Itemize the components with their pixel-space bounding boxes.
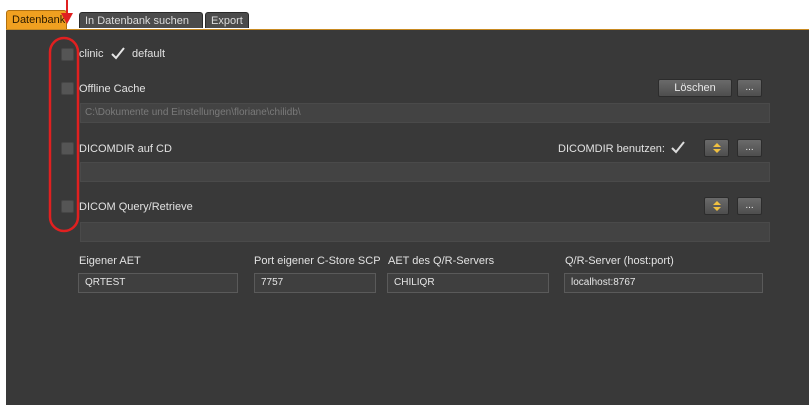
- browse-query-button[interactable]: ...: [737, 197, 762, 215]
- delete-cache-button[interactable]: Löschen: [658, 79, 732, 97]
- dicomdir-label: DICOMDIR auf CD: [79, 143, 172, 155]
- cache-path-field[interactable]: C:\Dokumente und Einstellungen\floriane\…: [80, 103, 770, 123]
- qr-aet-label: AET des Q/R-Servers: [388, 255, 495, 267]
- spinner-icon: [713, 201, 721, 211]
- check-icon[interactable]: [670, 140, 686, 154]
- own-aet-label: Eigener AET: [79, 255, 141, 267]
- store-port-label: Port eigener C-Store SCP: [254, 255, 381, 267]
- dicomdir-checkbox[interactable]: [61, 142, 74, 155]
- store-port-input[interactable]: 7757: [254, 273, 376, 293]
- offline-cache-label: Offline Cache: [79, 83, 146, 95]
- qr-aet-input[interactable]: CHILIQR: [387, 273, 549, 293]
- tab-export[interactable]: Export: [205, 12, 249, 28]
- check-icon: [111, 47, 125, 60]
- qr-server-label: Q/R-Server (host:port): [565, 255, 674, 267]
- tab-bar: Datenbank In Datenbank suchen Export: [6, 10, 809, 29]
- clinic-checkbox[interactable]: [61, 48, 74, 61]
- tab-label: Export: [211, 15, 243, 27]
- browse-cache-button[interactable]: ...: [737, 79, 762, 97]
- dicomdir-path-field[interactable]: [80, 162, 770, 182]
- query-retrieve-checkbox[interactable]: [61, 200, 74, 213]
- dicomdir-spinner-button[interactable]: [704, 139, 729, 157]
- tab-datenbank[interactable]: Datenbank: [6, 10, 67, 29]
- dicomdir-use-label: DICOMDIR benutzen:: [558, 143, 665, 155]
- query-retrieve-label: DICOM Query/Retrieve: [79, 201, 193, 213]
- spinner-icon: [713, 143, 721, 153]
- query-spinner-button[interactable]: [704, 197, 729, 215]
- query-path-field[interactable]: [80, 222, 770, 242]
- settings-panel: clinic default Offline Cache Löschen ...…: [6, 29, 809, 405]
- browse-dicomdir-button[interactable]: ...: [737, 139, 762, 157]
- offline-cache-checkbox[interactable]: [61, 82, 74, 95]
- tab-in-datenbank-suchen[interactable]: In Datenbank suchen: [79, 12, 203, 28]
- own-aet-input[interactable]: QRTEST: [78, 273, 238, 293]
- default-label: default: [132, 48, 166, 60]
- tab-label: Datenbank: [12, 14, 66, 26]
- tab-label: In Datenbank suchen: [85, 15, 189, 27]
- clinic-label: clinic: [79, 48, 104, 60]
- qr-server-input[interactable]: localhost:8767: [564, 273, 763, 293]
